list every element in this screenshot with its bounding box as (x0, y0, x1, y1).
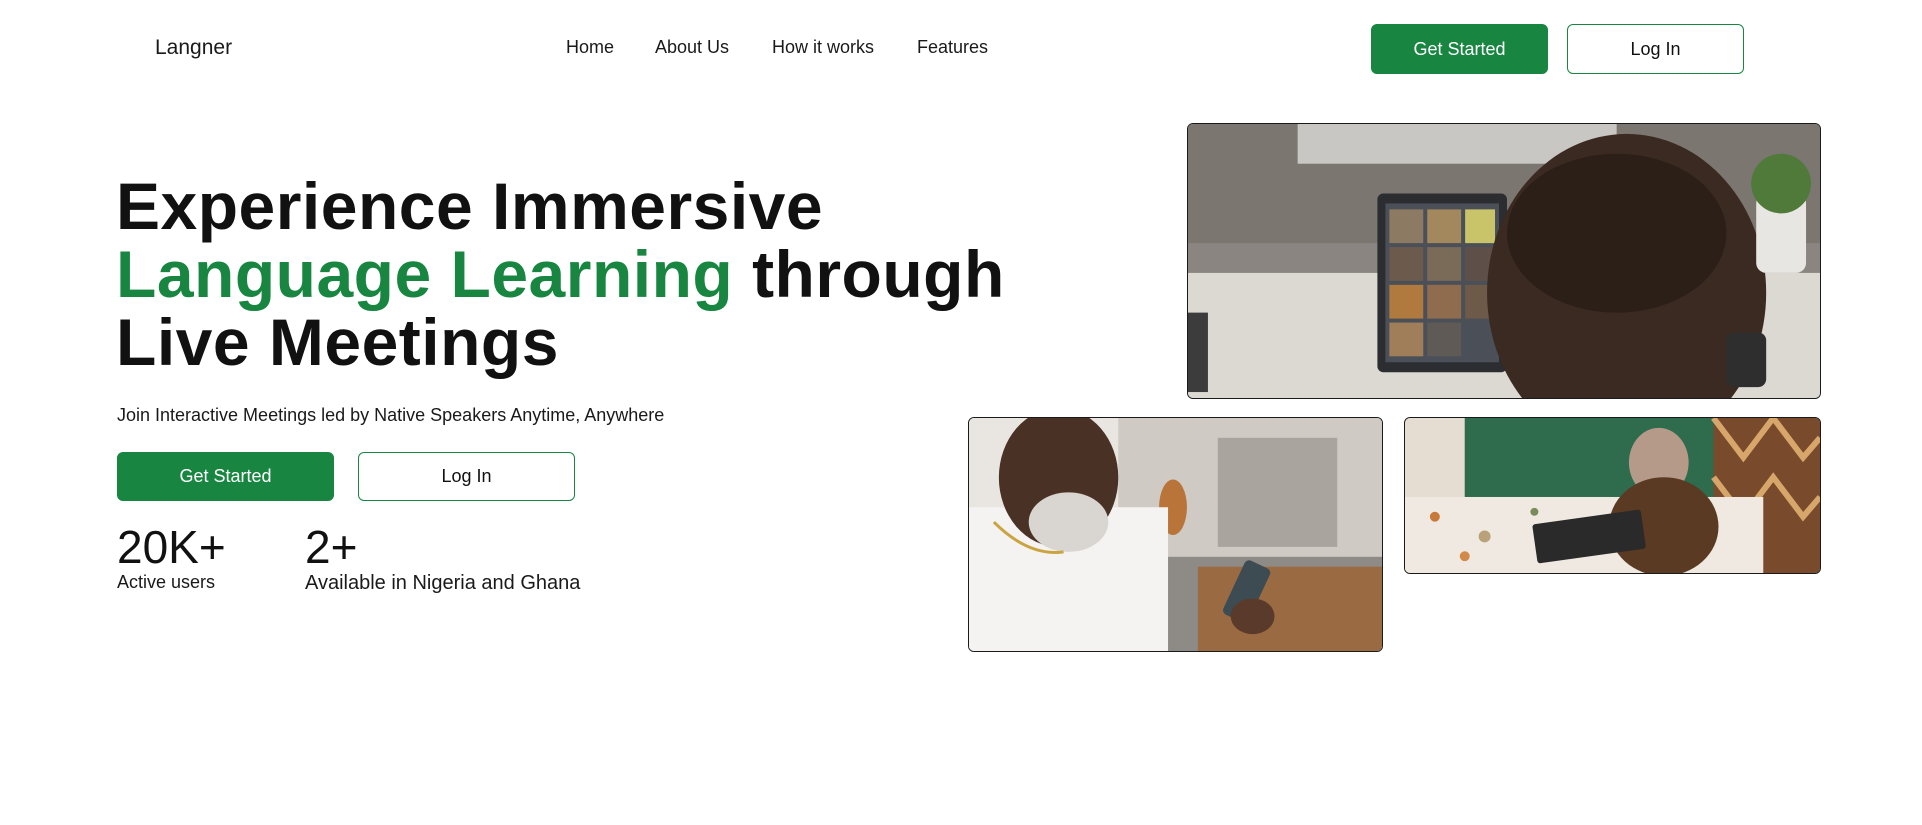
stat-countries-value: 2+ (305, 521, 358, 573)
nav-about-us[interactable]: About Us (655, 37, 729, 58)
hero-title-accent: Language Learning (116, 237, 734, 311)
hero-get-started-button[interactable]: Get Started (117, 452, 334, 501)
hero-title-through: through (733, 237, 1005, 311)
stat-active-users-value: 20K+ (117, 521, 226, 573)
brand-logo[interactable]: Langner (155, 36, 232, 60)
stat-countries-label: Available in Nigeria and Ghana (305, 572, 581, 594)
header-get-started-button[interactable]: Get Started (1371, 24, 1548, 74)
stat-active-users-label: Active users (117, 572, 216, 592)
hero-title-line1: Experience Immersive (116, 169, 824, 243)
man-with-phone-photo (968, 417, 1383, 652)
nav-home[interactable]: Home (566, 37, 614, 58)
hero-title-line3: Live Meetings (116, 305, 559, 379)
video-call-photo (1187, 123, 1821, 399)
hero-login-button[interactable]: Log In (358, 452, 575, 501)
nav-features[interactable]: Features (917, 37, 988, 58)
woman-with-laptop-photo (1404, 417, 1821, 574)
hero-title: Experience Immersive Language Learning t… (116, 172, 1005, 376)
header-login-button[interactable]: Log In (1567, 24, 1744, 74)
nav-how-it-works[interactable]: How it works (772, 37, 874, 58)
hero-subtitle: Join Interactive Meetings led by Native … (117, 405, 665, 425)
